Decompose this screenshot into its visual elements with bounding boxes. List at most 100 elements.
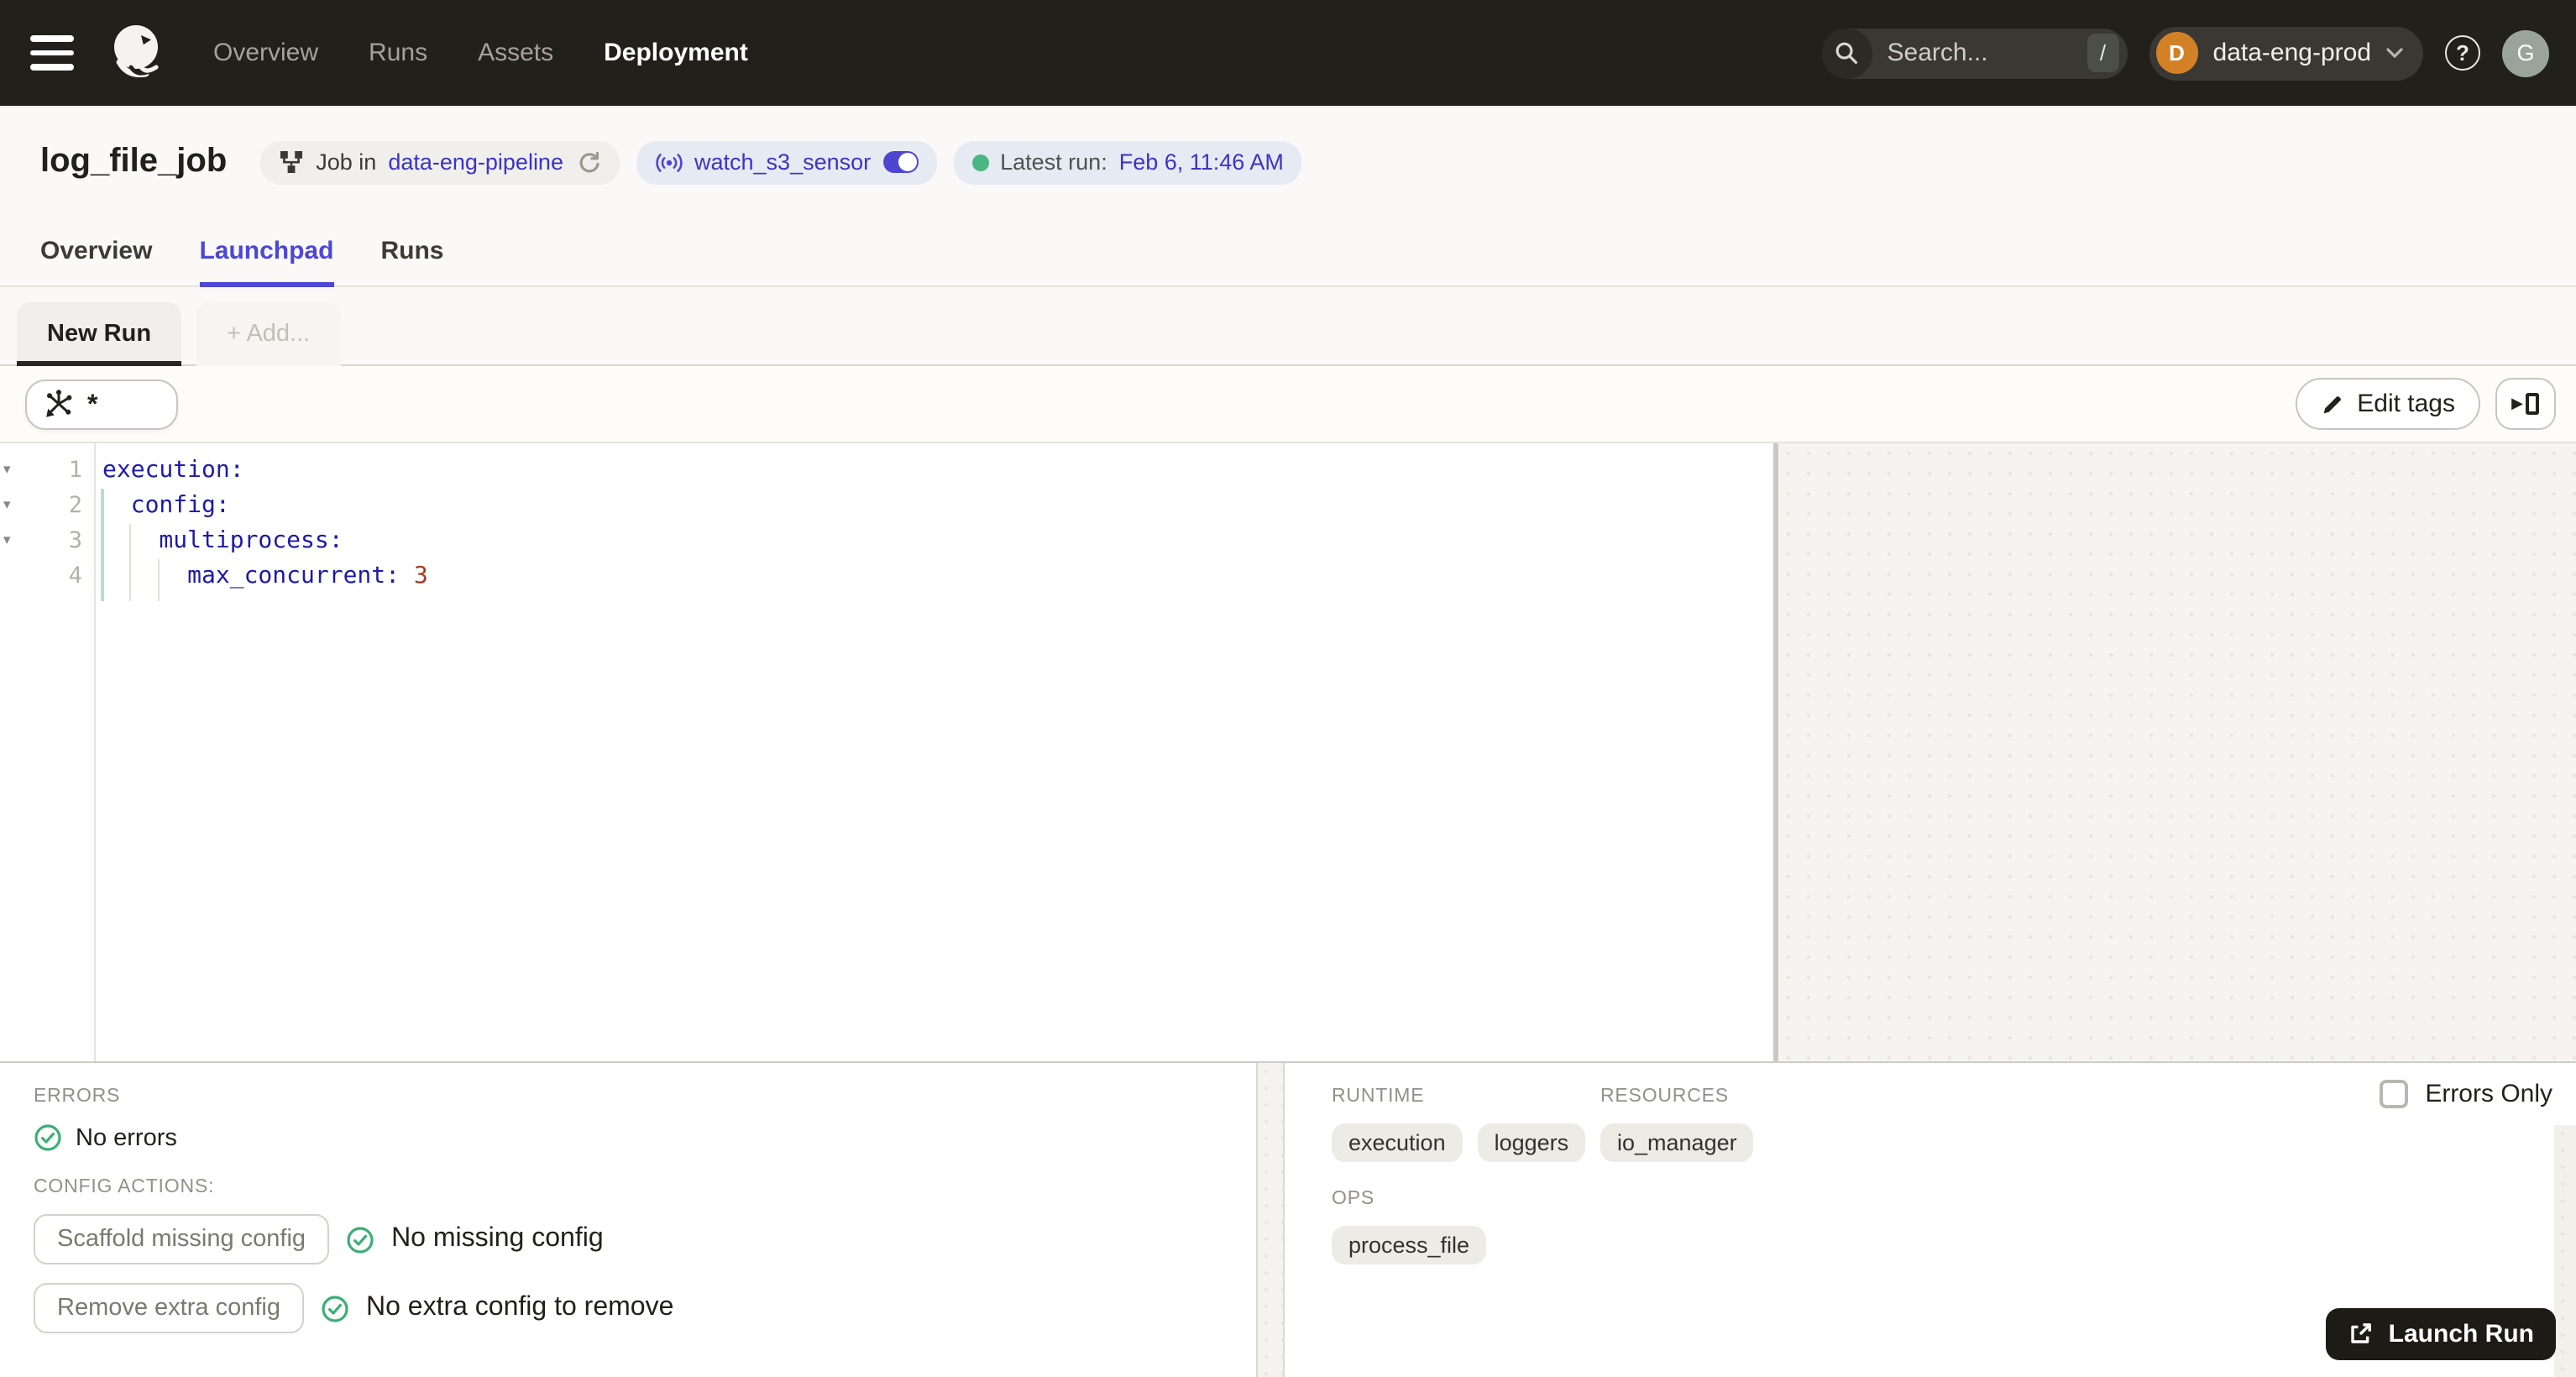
latest-run-badge: Latest run: Feb 6, 11:46 AM [953, 140, 1302, 184]
page-header: log_file_job Job in data-eng-pipeline wa… [0, 106, 2576, 218]
sensor-icon [654, 149, 683, 175]
yaml-key: execution: [102, 457, 244, 484]
line-number: 1 [68, 457, 82, 484]
top-nav: Overview Runs Assets Deployment / D data… [0, 0, 2576, 106]
no-errors-status: No errors [34, 1123, 1256, 1152]
nav-item-deployment[interactable]: Deployment [604, 39, 748, 67]
config-code-editor[interactable]: ▾ 1 execution: ▾ 2 config: ▾ 3 multiproc… [0, 443, 1773, 1061]
runtime-label: RUNTIME [1332, 1086, 1425, 1107]
nav-right-group: / D data-eng-prod ? G [1821, 26, 2549, 80]
bottom-panel-splitter[interactable] [1256, 1063, 1285, 1377]
remove-config-row: Remove extra config No extra config to r… [34, 1283, 1256, 1333]
resources-column: RESOURCES io_manager [1600, 1086, 1754, 1162]
workspace-name: data-eng-prod [2212, 39, 2371, 67]
fold-marker-icon[interactable]: ▾ [0, 489, 30, 524]
remove-extra-config-button[interactable]: Remove extra config [34, 1283, 304, 1333]
config-schema-panel [1778, 443, 2576, 1061]
reload-icon[interactable] [575, 149, 600, 175]
bottom-panel: ERRORS No errors CONFIG ACTIONS: Scaffol… [0, 1061, 2576, 1377]
sensor-link[interactable]: watch_s3_sensor [694, 149, 871, 175]
check-circle-icon [34, 1123, 62, 1152]
line-number: 4 [68, 563, 82, 589]
play-icon: ▶ [2511, 395, 2523, 411]
run-status-dot [971, 154, 989, 170]
tab-runs[interactable]: Runs [380, 218, 443, 287]
chevron-down-icon [2386, 47, 2403, 59]
no-missing-config-text: No missing config [391, 1224, 604, 1253]
op-selector-input[interactable]: * [25, 379, 178, 429]
indent-guide [129, 524, 131, 601]
code-line: ▾ 2 config: [0, 489, 1773, 524]
primary-nav: Overview Runs Assets Deployment [213, 39, 748, 67]
sensor-toggle[interactable] [882, 151, 919, 173]
indent-guide [158, 559, 160, 601]
errors-section: ERRORS No errors CONFIG ACTIONS: Scaffol… [0, 1063, 1256, 1377]
help-icon[interactable]: ? [2445, 35, 2480, 71]
scaffold-config-row: Scaffold missing config No missing confi… [34, 1214, 1256, 1264]
resources-label: RESOURCES [1600, 1086, 1729, 1107]
op-selector-value: * [87, 390, 98, 419]
workspace-avatar: D [2155, 32, 2198, 74]
page-title: log_file_job [40, 143, 228, 180]
ops-group: OPS process_file [1332, 1189, 2576, 1264]
launch-icon [2348, 1322, 2374, 1347]
launch-run-button[interactable]: Launch Run [2326, 1308, 2556, 1360]
search-shortcut-key: / [2086, 34, 2119, 72]
errors-only-control: Errors Only [2380, 1080, 2552, 1108]
add-config-tab-button[interactable]: + Add... [196, 302, 341, 366]
fold-marker-icon[interactable]: ▾ [0, 453, 30, 489]
no-extra-config-text: No extra config to remove [365, 1293, 674, 1322]
workspace-switcher[interactable]: D data-eng-prod [2149, 26, 2423, 80]
editor-split: ▾ 1 execution: ▾ 2 config: ▾ 3 multiproc… [0, 443, 2576, 1061]
toggle-second-panel-button[interactable]: ▶ [2495, 378, 2556, 430]
search-box[interactable]: / [1821, 28, 2128, 78]
edit-tags-label: Edit tags [2357, 390, 2455, 418]
check-circle-icon [321, 1294, 349, 1322]
yaml-key: multiprocess: [102, 527, 343, 554]
job-graph-icon [279, 149, 304, 175]
schema-tag-execution[interactable]: execution [1332, 1123, 1463, 1162]
launchpad-toolbar: * Edit tags ▶ [0, 366, 2576, 443]
edit-tags-button[interactable]: Edit tags [2295, 378, 2480, 430]
fold-marker-icon[interactable]: ▾ [0, 524, 30, 559]
user-avatar[interactable]: G [2502, 29, 2549, 76]
schema-tag-loggers[interactable]: loggers [1477, 1123, 1586, 1162]
config-actions-label: CONFIG ACTIONS: [34, 1177, 215, 1197]
job-badge-prefix: Job in [316, 149, 377, 175]
latest-run-label: Latest run: [1000, 149, 1107, 175]
menu-icon[interactable] [27, 29, 77, 77]
nav-item-overview[interactable]: Overview [213, 39, 318, 67]
no-errors-text: No errors [76, 1124, 177, 1151]
search-input[interactable] [1872, 39, 2087, 67]
pipeline-link[interactable]: data-eng-pipeline [388, 149, 563, 175]
config-session-tabs: New Run + Add... [0, 287, 2576, 366]
schema-tag-process-file[interactable]: process_file [1332, 1226, 1487, 1264]
config-tab-new-run[interactable]: New Run [17, 302, 182, 366]
toolbar-right-group: Edit tags ▶ [2295, 378, 2556, 430]
tab-overview[interactable]: Overview [40, 218, 152, 287]
line-number: 3 [68, 527, 82, 554]
schema-scrollbar[interactable] [2554, 1125, 2576, 1377]
panel-icon [2526, 393, 2540, 415]
nav-item-runs[interactable]: Runs [369, 39, 427, 67]
indent-guide [101, 489, 104, 601]
schema-tag-io-manager[interactable]: io_manager [1600, 1123, 1754, 1162]
scaffold-missing-config-button[interactable]: Scaffold missing config [34, 1214, 330, 1264]
errors-label: ERRORS [34, 1086, 121, 1107]
runtime-column: RUNTIME execution loggers [1332, 1086, 1600, 1162]
yaml-value: 3 [400, 563, 428, 589]
page-tabs: Overview Launchpad Runs [0, 218, 2576, 287]
dagster-launchpad-app: Overview Runs Assets Deployment / D data… [0, 0, 2576, 1377]
code-line: 4 max_concurrent: 3 [0, 559, 1773, 594]
gutter-divider [94, 443, 96, 1061]
ops-label: OPS [1332, 1189, 1374, 1209]
errors-only-checkbox[interactable] [2380, 1080, 2409, 1108]
latest-run-link[interactable]: Feb 6, 11:46 AM [1119, 149, 1284, 175]
nav-item-assets[interactable]: Assets [478, 39, 553, 67]
code-line: ▾ 1 execution: [0, 453, 1773, 489]
errors-only-label: Errors Only [2425, 1080, 2552, 1108]
tab-launchpad[interactable]: Launchpad [199, 218, 334, 287]
dagster-logo-icon[interactable] [102, 18, 173, 88]
op-selector-icon [42, 388, 74, 420]
